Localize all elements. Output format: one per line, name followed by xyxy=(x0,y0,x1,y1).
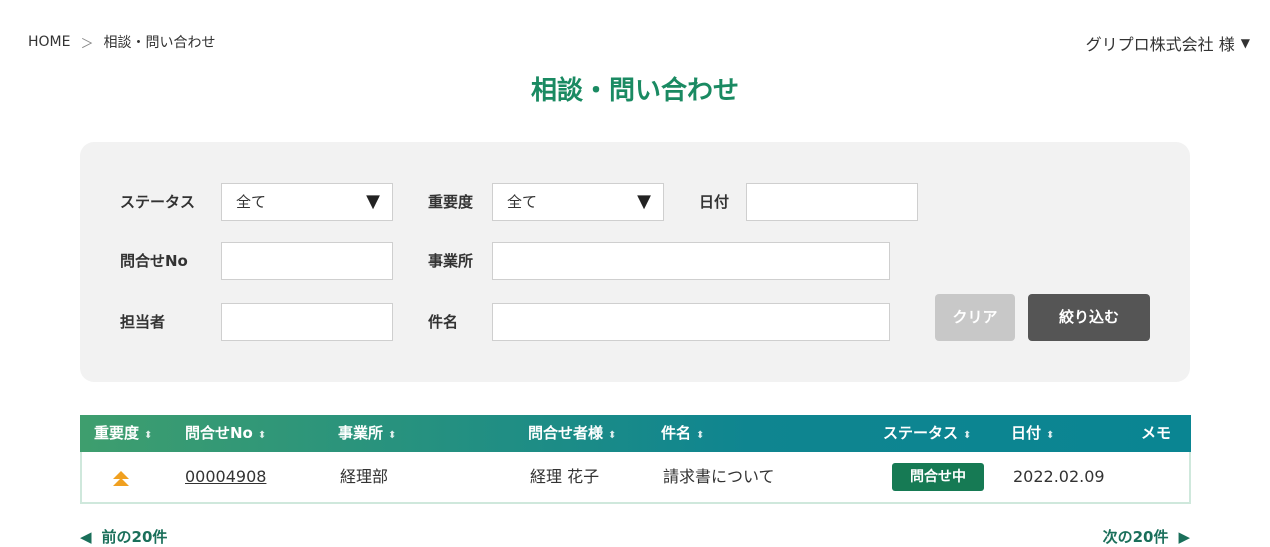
priority-filter-label: 重要度 xyxy=(428,193,474,211)
status-badge: 問合せ中 xyxy=(892,463,984,491)
column-header-label: 問合せNo xyxy=(185,424,253,442)
column-header-date[interactable]: 日付 ⬍ xyxy=(1011,415,1054,454)
table-row[interactable]: 00004908 経理部 経理 花子 請求書について 問合せ中 2022.02.… xyxy=(80,452,1191,504)
sort-icon: ⬍ xyxy=(257,430,267,441)
prev-page-link[interactable]: ◀ 前の20件 xyxy=(80,526,167,547)
breadcrumb-home-link[interactable]: HOME xyxy=(28,34,70,50)
column-header-label: 件名 xyxy=(661,424,692,442)
subject-input[interactable] xyxy=(492,303,890,341)
date-input[interactable] xyxy=(746,183,918,221)
sort-icon: ⬍ xyxy=(608,430,617,441)
column-header-label: 問合せ者様 xyxy=(528,424,604,442)
priority-select[interactable]: 全て ▼ xyxy=(492,183,664,221)
date-cell: 2022.02.09 xyxy=(1013,467,1105,486)
account-name: グリプロ株式会社 様 xyxy=(1085,35,1235,54)
inquiry-no-input[interactable] xyxy=(221,242,393,280)
assignee-filter-label: 担当者 xyxy=(120,313,166,331)
filter-panel: ステータス 全て ▼ 重要度 全て ▼ 日付 問合せNo 事業所 担当者 件名 … xyxy=(80,142,1190,382)
filter-button[interactable]: 絞り込む xyxy=(1028,294,1150,341)
assignee-input[interactable] xyxy=(221,303,393,341)
priority-select-value: 全て xyxy=(507,193,538,211)
sort-icon: ⬍ xyxy=(144,430,153,441)
inquiry-no-link[interactable]: 00004908 xyxy=(185,452,266,502)
triangle-right-icon: ▶ xyxy=(1178,527,1190,546)
sort-icon: ⬍ xyxy=(1046,430,1055,441)
dropdown-arrow-icon: ▼ xyxy=(366,191,380,212)
priority-high-icon xyxy=(113,471,129,486)
page-title: 相談・問い合わせ xyxy=(530,76,739,106)
column-header-office[interactable]: 事業所 ⬍ xyxy=(338,415,396,454)
column-header-label: 重要度 xyxy=(94,424,140,442)
inquiry-no-filter-label: 問合せNo xyxy=(120,252,188,270)
column-header-subject[interactable]: 件名 ⬍ xyxy=(661,415,704,454)
status-select[interactable]: 全て ▼ xyxy=(221,183,393,221)
column-header-inquiry-no[interactable]: 問合せNo ⬍ xyxy=(185,415,266,454)
subject-filter-label: 件名 xyxy=(428,313,459,331)
sort-icon: ⬍ xyxy=(388,430,397,441)
office-filter-label: 事業所 xyxy=(428,252,474,270)
sort-icon: ⬍ xyxy=(963,430,972,441)
table-header: 重要度 ⬍ 問合せNo ⬍ 事業所 ⬍ 問合せ者様 ⬍ 件名 ⬍ ステータス ⬍ 日付 ⬍ メ… xyxy=(80,415,1191,452)
inquiry-table: 重要度 ⬍ 問合せNo ⬍ 事業所 ⬍ 問合せ者様 ⬍ 件名 ⬍ ステータス ⬍ 日付 ⬍ メ… xyxy=(80,415,1191,504)
next-page-label: 次の20件 xyxy=(1102,528,1169,546)
column-header-label: 日付 xyxy=(1011,424,1042,442)
clear-button[interactable]: クリア xyxy=(935,294,1015,341)
contact-cell: 経理 花子 xyxy=(530,467,600,486)
column-header-contact[interactable]: 問合せ者様 ⬍ xyxy=(528,415,616,454)
triangle-left-icon: ◀ xyxy=(80,527,92,546)
office-cell: 経理部 xyxy=(340,467,389,486)
column-header-label: 事業所 xyxy=(338,424,384,442)
caret-down-icon: ▼ xyxy=(1240,36,1250,50)
column-header-label: メモ xyxy=(1141,424,1172,442)
column-header-memo: メモ xyxy=(1141,415,1171,452)
account-menu[interactable]: グリプロ株式会社 様 ▼ xyxy=(1086,31,1250,55)
status-filter-label: ステータス xyxy=(120,193,196,211)
prev-page-label: 前の20件 xyxy=(101,528,168,546)
column-header-priority[interactable]: 重要度 ⬍ xyxy=(94,415,152,454)
breadcrumb: HOME ＞ 相談・問い合わせ xyxy=(28,32,216,52)
column-header-status[interactable]: ステータス ⬍ xyxy=(883,415,971,454)
next-page-link[interactable]: 次の20件 ▶ xyxy=(1103,526,1190,547)
date-filter-label: 日付 xyxy=(699,193,730,211)
dropdown-arrow-icon: ▼ xyxy=(637,191,651,212)
status-select-value: 全て xyxy=(236,193,267,211)
subject-cell: 請求書について xyxy=(663,467,775,486)
sort-icon: ⬍ xyxy=(696,430,705,441)
breadcrumb-current: 相談・問い合わせ xyxy=(103,35,216,51)
office-input[interactable] xyxy=(492,242,890,280)
column-header-label: ステータス xyxy=(883,424,959,442)
breadcrumb-separator-icon: ＞ xyxy=(80,36,94,52)
